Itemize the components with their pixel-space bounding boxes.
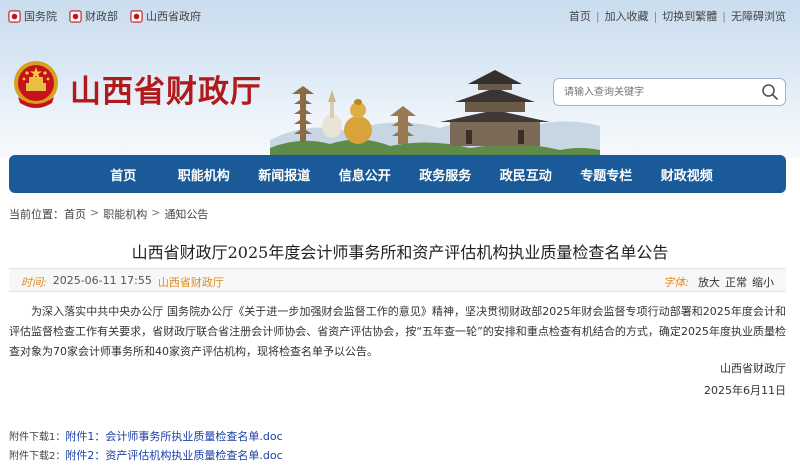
breadcrumb: 当前位置： 首页 > 职能机构 > 通知公告 <box>9 206 209 222</box>
search-input[interactable] <box>564 84 749 100</box>
nav-information-disclosure[interactable]: 信息公开 <box>325 165 406 184</box>
font-size-label: 字体: <box>663 276 689 289</box>
top-bar: 国务院 财政部 山西省政府 首页 | 加入收藏 | 切换到繁體 | 无障碍浏览 <box>0 0 800 30</box>
time-label: 时间: <box>21 276 47 289</box>
link-state-council[interactable]: 国务院 <box>8 8 57 24</box>
font-size-large-button[interactable]: 放大 <box>698 274 720 290</box>
site-header: 国务院 财政部 山西省政府 首页 | 加入收藏 | 切换到繁體 | 无障碍浏览 … <box>0 0 800 158</box>
attachment-label: 附件下载1： <box>9 432 66 443</box>
search-icon[interactable] <box>761 83 779 101</box>
attachment-link-accounting-firms[interactable]: 附件1：会计师事务所执业质量检查名单.doc <box>65 428 282 446</box>
publish-time: 2025-06-11 17:55 <box>52 274 152 287</box>
nav-public-interaction[interactable]: 政民互动 <box>486 165 567 184</box>
breadcrumb-departments[interactable]: 职能机构 <box>103 206 147 222</box>
article-body: 为深入落实中共中央办公厅 国务院办公厅《关于进一步加强财会监督工作的意见》精神，… <box>9 305 786 358</box>
link-shanxi-government[interactable]: 山西省政府 <box>130 8 201 24</box>
font-size-controls: 字体: 放大 正常 缩小 <box>663 274 774 290</box>
attachment-row: 附件下载1： 附件1：会计师事务所执业质量检查名单.doc <box>9 428 283 447</box>
nav-home[interactable]: 首页 <box>83 165 164 184</box>
attachment-list: 附件下载1： 附件1：会计师事务所执业质量检查名单.doc 附件下载2： 附件2… <box>9 428 283 466</box>
nav-special-topics[interactable]: 专题专栏 <box>566 165 647 184</box>
article-signature-block: 山西省财政厅 2025年6月11日 <box>704 358 786 402</box>
font-size-normal-button[interactable]: 正常 <box>725 274 747 290</box>
nav-news[interactable]: 新闻报道 <box>244 165 325 184</box>
nav-finance-video[interactable]: 财政视频 <box>647 165 728 184</box>
article-meta-bar: 时间: 2025-06-11 17:55 山西省财政厅 字体: 放大 正常 缩小 <box>9 268 786 292</box>
external-links: 国务院 财政部 山西省政府 <box>8 8 201 24</box>
breadcrumb-label: 当前位置： <box>9 208 64 221</box>
attachment-label: 附件下载2： <box>9 451 66 462</box>
utility-links: 首页 | 加入收藏 | 切换到繁體 | 无障碍浏览 <box>568 8 786 24</box>
national-emblem-icon <box>14 61 58 108</box>
article-date: 2025年6月11日 <box>704 384 786 397</box>
attachment-row: 附件下载2： 附件2：资产评估机构执业质量检查名单.doc <box>9 447 283 466</box>
attachment-link-asset-appraisal[interactable]: 附件2：资产评估机构执业质量检查名单.doc <box>65 447 282 465</box>
breadcrumb-notices[interactable]: 通知公告 <box>164 206 208 222</box>
main-nav: 首页 职能机构 新闻报道 信息公开 政务服务 政民互动 专题专栏 财政视频 <box>9 155 786 193</box>
flag-icon <box>69 9 82 23</box>
font-size-small-button[interactable]: 缩小 <box>752 274 774 290</box>
breadcrumb-home[interactable]: 首页 <box>64 206 86 222</box>
link-accessibility[interactable]: 无障碍浏览 <box>731 8 786 24</box>
article-title: 山西省财政厅2025年度会计师事务所和资产评估机构执业质量检查名单公告 <box>131 243 669 262</box>
search-box <box>553 78 786 106</box>
link-add-favorite[interactable]: 加入收藏 <box>605 8 649 24</box>
nav-government-services[interactable]: 政务服务 <box>405 165 486 184</box>
site-title[interactable]: 山西省财政厅 <box>70 66 262 111</box>
header-scenery-image <box>270 70 600 156</box>
link-traditional-chinese[interactable]: 切换到繁體 <box>662 8 717 24</box>
nav-departments[interactable]: 职能机构 <box>164 165 245 184</box>
article-signature: 山西省财政厅 <box>720 362 786 375</box>
link-home[interactable]: 首页 <box>569 8 591 24</box>
article-source: 山西省财政厅 <box>157 276 224 289</box>
flag-icon <box>8 9 21 23</box>
flag-icon <box>130 9 143 23</box>
link-ministry-of-finance[interactable]: 财政部 <box>69 8 118 24</box>
